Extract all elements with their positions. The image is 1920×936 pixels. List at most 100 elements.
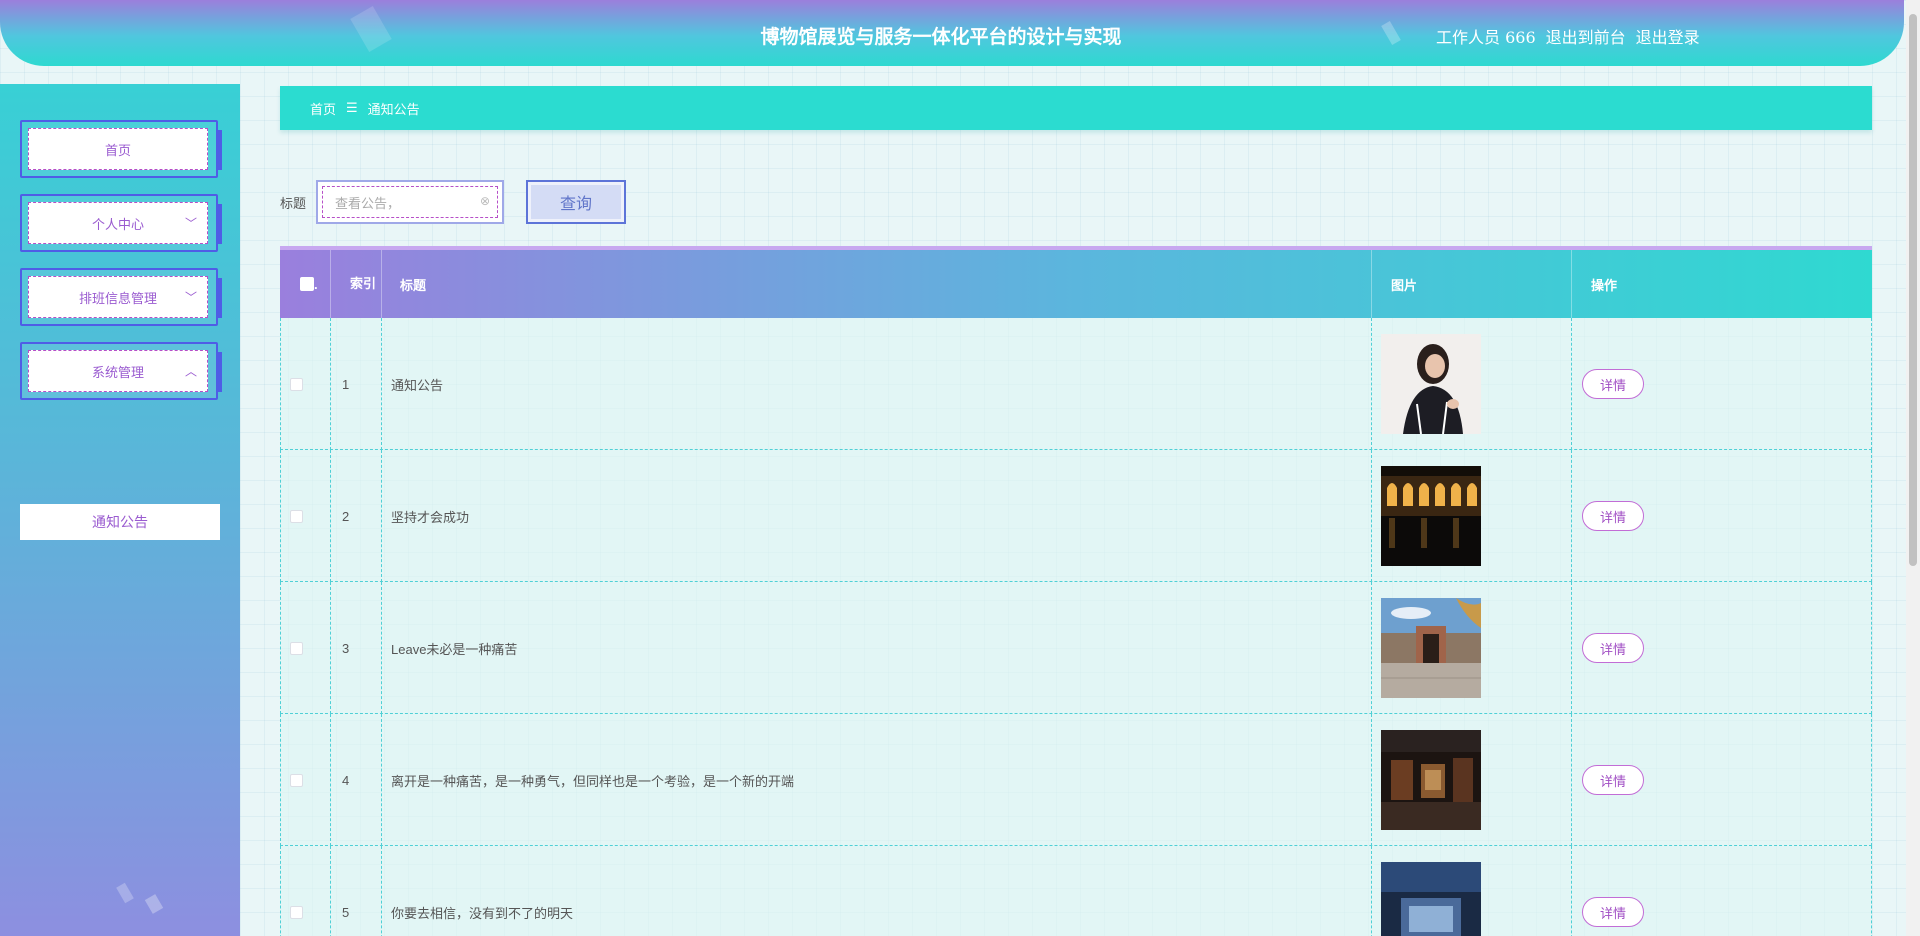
cell-border xyxy=(280,450,281,582)
cell-border xyxy=(381,846,382,936)
cell-border xyxy=(381,582,382,714)
row-checkbox[interactable] xyxy=(290,846,303,936)
sidebar-item-label: 个人中心 xyxy=(91,216,144,232)
gallery-interior-photo[interactable] xyxy=(1381,862,1481,936)
table-row: 1 通知公告 详情 xyxy=(280,318,1872,450)
checkbox[interactable] xyxy=(290,641,303,655)
header-separator xyxy=(1571,250,1572,318)
row-image[interactable] xyxy=(1381,318,1481,450)
cell-border xyxy=(1571,714,1572,846)
row-index: 1 xyxy=(342,376,350,392)
notice-table: . 索引 标题 图片 操作 1 通知公告 详情 2 坚持才会成功 详情 3 Le… xyxy=(280,246,1872,936)
sidebar-item-home[interactable]: 首页 xyxy=(20,120,222,178)
query-button[interactable]: 查询 xyxy=(526,180,627,224)
breadcrumb: 首页 ☰ 通知公告 xyxy=(280,86,1872,130)
breadcrumb-current: 通知公告 xyxy=(367,101,420,117)
breadcrumb-home[interactable]: 首页 xyxy=(310,99,336,118)
cell-border xyxy=(1571,846,1572,936)
cell-border xyxy=(1571,450,1572,582)
row-image[interactable] xyxy=(1381,846,1481,936)
decor-shape xyxy=(116,882,134,904)
cell-border xyxy=(330,450,331,582)
cell-border xyxy=(330,714,331,846)
row-image[interactable] xyxy=(1381,582,1481,714)
cell-border xyxy=(1571,582,1572,714)
exhibit-hall-photo[interactable] xyxy=(1381,730,1481,830)
cell-border xyxy=(381,714,382,846)
search-bar: 标题 查看公告， ⊗ 查询 xyxy=(280,180,627,224)
row-index: 3 xyxy=(342,640,350,656)
row-action: 详情 xyxy=(1582,450,1644,582)
row-action: 详情 xyxy=(1582,714,1644,846)
header-image: 图片 xyxy=(1391,277,1418,293)
detail-button[interactable]: 详情 xyxy=(1582,765,1644,795)
table-row: 3 Leave未必是一种痛苦 详情 xyxy=(280,582,1872,714)
header-separator xyxy=(381,250,382,318)
detail-button[interactable]: 详情 xyxy=(1582,633,1644,663)
checkbox[interactable] xyxy=(290,377,303,391)
search-input-field[interactable]: 查看公告， xyxy=(322,186,499,218)
search-input[interactable]: 查看公告， ⊗ xyxy=(316,180,505,224)
portrait-photo[interactable] xyxy=(1381,334,1481,434)
row-action: 详情 xyxy=(1582,846,1644,936)
chevron-up-icon: ︿ xyxy=(184,364,197,379)
sidebar-item-label: 排班信息管理 xyxy=(78,290,157,306)
sidebar-item-schedule[interactable]: 排班信息管理 ﹀ xyxy=(20,268,222,326)
row-index: 4 xyxy=(342,772,350,788)
cell-border xyxy=(1871,318,1872,450)
row-title: 你要去相信，没有到不了的明天 xyxy=(391,905,574,921)
row-checkbox[interactable] xyxy=(290,450,303,582)
select-all-checkbox[interactable]: . xyxy=(300,250,318,318)
row-checkbox[interactable] xyxy=(290,714,303,846)
cell-border xyxy=(330,318,331,450)
row-checkbox[interactable] xyxy=(290,318,303,450)
sidebar-item-label: 首页 xyxy=(104,142,131,158)
clear-icon[interactable]: ⊗ xyxy=(480,194,490,208)
cell-border xyxy=(1871,714,1872,846)
row-checkbox[interactable] xyxy=(290,582,303,714)
chevron-down-icon: ﹀ xyxy=(184,216,197,231)
cell-border xyxy=(330,582,331,714)
sidebar-subitem-notice[interactable]: 通知公告 xyxy=(20,504,220,540)
exit-to-front-link[interactable]: 退出到前台 xyxy=(1546,24,1626,48)
cell-border xyxy=(280,846,281,936)
checkbox[interactable] xyxy=(290,773,303,787)
detail-button[interactable]: 详情 xyxy=(1582,369,1644,399)
checkbox[interactable] xyxy=(290,509,303,523)
menu-icon: ☰ xyxy=(346,100,358,115)
cell-border xyxy=(1571,318,1572,450)
header-index: 索引 xyxy=(350,276,377,291)
row-image[interactable] xyxy=(1381,714,1481,846)
row-image[interactable] xyxy=(1381,450,1481,582)
cell-border xyxy=(280,714,281,846)
row-title: Leave未必是一种痛苦 xyxy=(391,641,518,657)
row-title: 通知公告 xyxy=(391,377,444,393)
sidebar-item-label: 系统管理 xyxy=(91,364,144,380)
header-separator xyxy=(1371,250,1372,318)
sidebar-item-system[interactable]: 系统管理 ︿ xyxy=(20,342,222,400)
table-row: 5 你要去相信，没有到不了的明天 详情 xyxy=(280,846,1872,936)
cell-border xyxy=(381,318,382,450)
cell-border xyxy=(1871,582,1872,714)
museum-building-photo[interactable] xyxy=(1381,598,1481,698)
sidebar-item-inner: 个人中心 ﹀ xyxy=(28,202,208,244)
page-scrollbar[interactable] xyxy=(1906,0,1920,936)
detail-button[interactable]: 详情 xyxy=(1582,501,1644,531)
night-arcade-photo[interactable] xyxy=(1381,466,1481,566)
detail-button[interactable]: 详情 xyxy=(1582,897,1644,927)
table-row: 4 离开是一种痛苦，是一种勇气，但同样也是一个考验，是一个新的开端 详情 xyxy=(280,714,1872,846)
cell-border xyxy=(1871,450,1872,582)
cell-border xyxy=(1371,318,1372,450)
cell-border xyxy=(381,450,382,582)
cell-border xyxy=(1871,846,1872,936)
checkbox[interactable] xyxy=(300,277,314,291)
top-header: 博物馆展览与服务一体化平台的设计与实现 工作人员 666 退出到前台 退出登录 xyxy=(0,0,1904,66)
logout-link[interactable]: 退出登录 xyxy=(1636,24,1700,48)
sidebar-item-inner: 系统管理 ︿ xyxy=(28,350,208,392)
cell-border xyxy=(1371,846,1372,936)
search-label: 标题 xyxy=(280,195,307,211)
header-separator xyxy=(330,250,331,318)
scrollbar-thumb[interactable] xyxy=(1909,14,1917,566)
checkbox[interactable] xyxy=(290,905,303,919)
sidebar-item-personal-center[interactable]: 个人中心 ﹀ xyxy=(20,194,222,252)
